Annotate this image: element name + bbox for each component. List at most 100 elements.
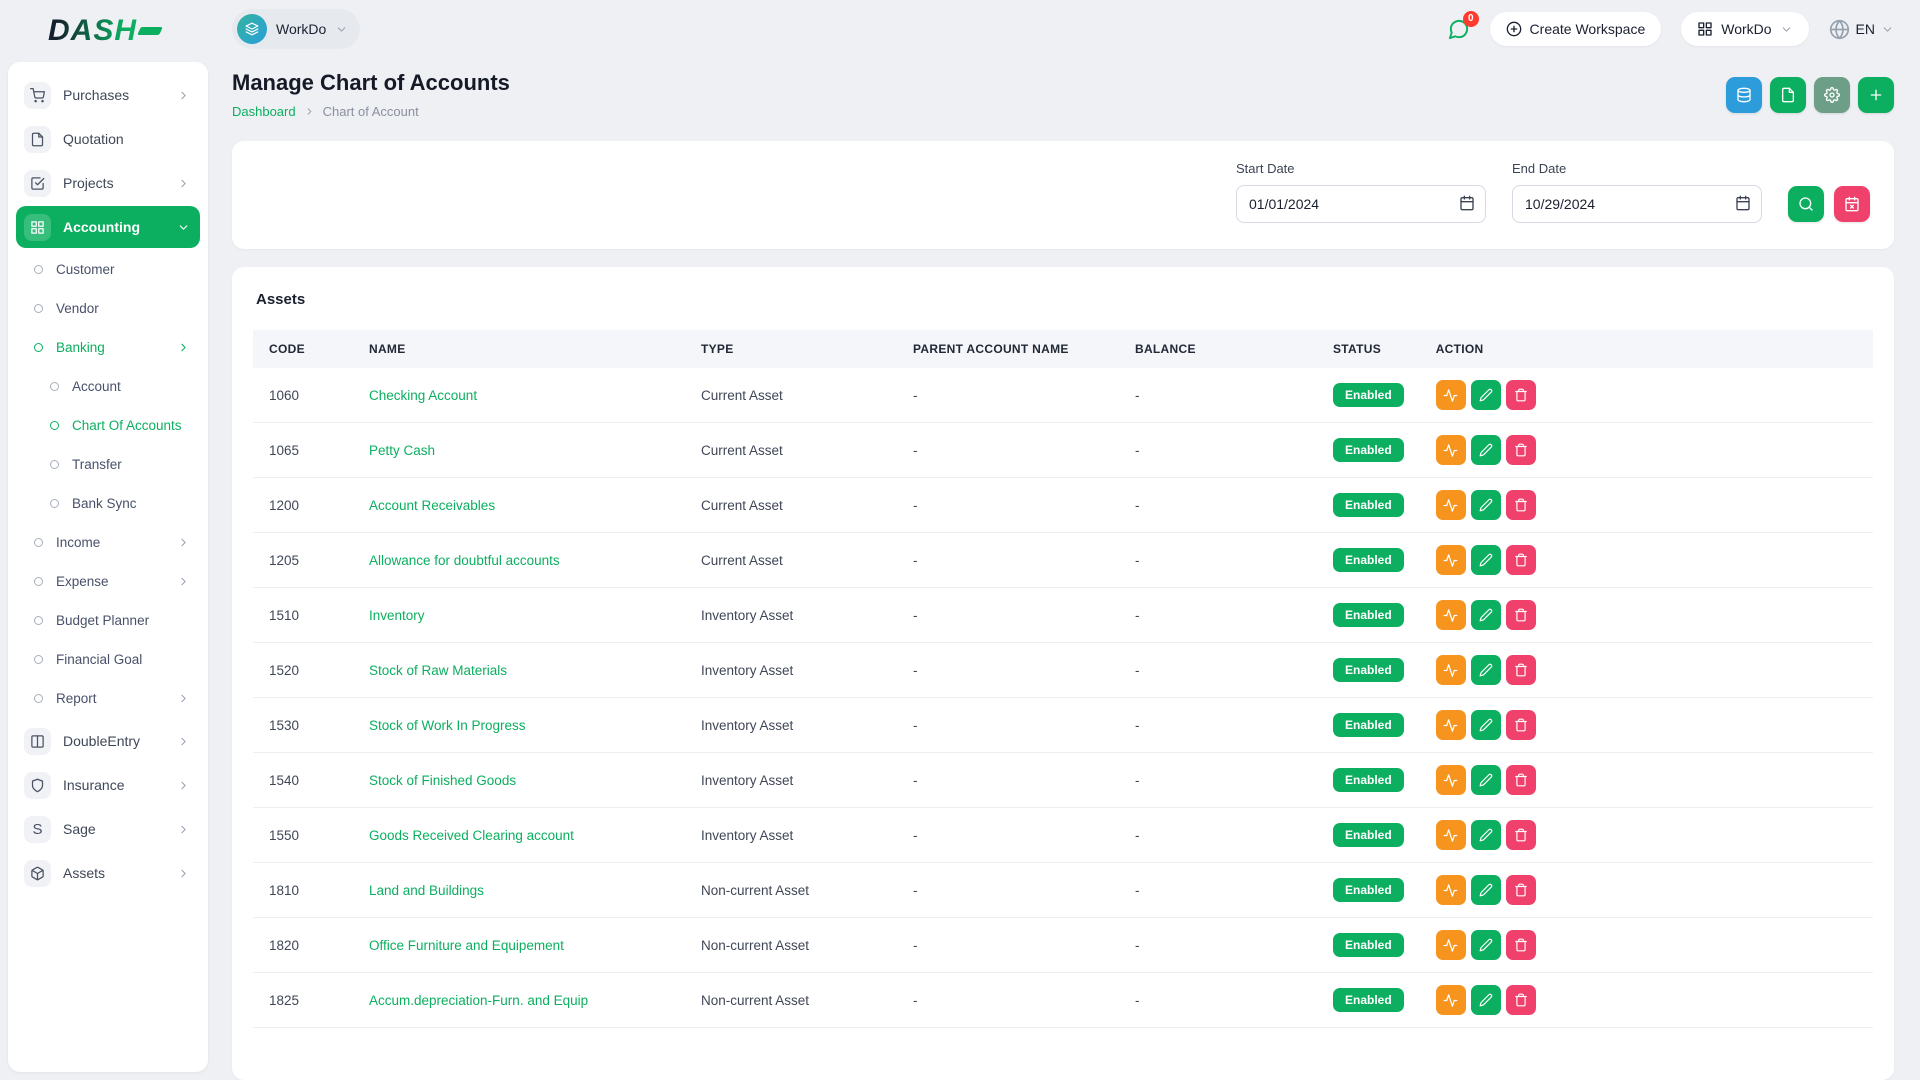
sidebar-item-projects[interactable]: Projects	[16, 162, 200, 204]
chart-of-account-overview-button[interactable]	[1726, 77, 1762, 113]
settings-button[interactable]	[1814, 77, 1850, 113]
delete-button[interactable]	[1506, 875, 1536, 905]
language-selector[interactable]: EN	[1829, 19, 1894, 40]
journal-activity-button[interactable]	[1436, 985, 1466, 1015]
delete-button[interactable]	[1506, 765, 1536, 795]
workdo-menu-button[interactable]: WorkDo	[1681, 12, 1808, 46]
sidebar-item-expense[interactable]: Expense	[8, 562, 208, 601]
trash-icon	[1514, 443, 1528, 457]
sidebar-item-account[interactable]: Account	[8, 367, 208, 406]
account-name-link[interactable]: Goods Received Clearing account	[369, 828, 574, 843]
sidebar-item-banking[interactable]: Banking	[8, 328, 208, 367]
trash-icon	[1514, 828, 1528, 842]
status-badge[interactable]: Enabled	[1333, 658, 1404, 682]
journal-activity-button[interactable]	[1436, 655, 1466, 685]
account-code: 1060	[253, 368, 353, 423]
status-badge[interactable]: Enabled	[1333, 383, 1404, 407]
delete-button[interactable]	[1506, 490, 1536, 520]
start-date-input[interactable]	[1236, 185, 1486, 223]
export-button[interactable]	[1770, 77, 1806, 113]
journal-activity-button[interactable]	[1436, 710, 1466, 740]
table-row: 1200 Account Receivables Current Asset -…	[253, 478, 1873, 533]
journal-activity-button[interactable]	[1436, 820, 1466, 850]
account-name-link[interactable]: Stock of Finished Goods	[369, 773, 516, 788]
delete-button[interactable]	[1506, 380, 1536, 410]
journal-activity-button[interactable]	[1436, 490, 1466, 520]
account-name-link[interactable]: Checking Account	[369, 388, 477, 403]
edit-button[interactable]	[1471, 985, 1501, 1015]
account-name-link[interactable]: Account Receivables	[369, 498, 495, 513]
account-name-link[interactable]: Petty Cash	[369, 443, 435, 458]
journal-activity-button[interactable]	[1436, 765, 1466, 795]
edit-button[interactable]	[1471, 765, 1501, 795]
status-badge[interactable]: Enabled	[1333, 713, 1404, 737]
account-name-link[interactable]: Stock of Raw Materials	[369, 663, 507, 678]
delete-button[interactable]	[1506, 820, 1536, 850]
status-badge[interactable]: Enabled	[1333, 878, 1404, 902]
delete-button[interactable]	[1506, 545, 1536, 575]
delete-button[interactable]	[1506, 930, 1536, 960]
status-badge[interactable]: Enabled	[1333, 988, 1404, 1012]
journal-activity-button[interactable]	[1436, 875, 1466, 905]
status-badge[interactable]: Enabled	[1333, 548, 1404, 572]
sidebar-item-bank-sync[interactable]: Bank Sync	[8, 484, 208, 523]
sidebar-item-accounting[interactable]: Accounting	[16, 206, 200, 248]
status-badge[interactable]: Enabled	[1333, 768, 1404, 792]
status-badge[interactable]: Enabled	[1333, 493, 1404, 517]
status-badge[interactable]: Enabled	[1333, 603, 1404, 627]
sidebar-item-income[interactable]: Income	[8, 523, 208, 562]
sidebar-item-report[interactable]: Report	[8, 679, 208, 718]
edit-button[interactable]	[1471, 930, 1501, 960]
edit-button[interactable]	[1471, 380, 1501, 410]
edit-button[interactable]	[1471, 710, 1501, 740]
table-row: 1520 Stock of Raw Materials Inventory As…	[253, 643, 1873, 698]
status-badge[interactable]: Enabled	[1333, 438, 1404, 462]
sidebar-item-assets[interactable]: Assets	[16, 852, 200, 894]
reset-filter-button[interactable]	[1834, 186, 1870, 222]
sidebar-item-quotation[interactable]: Quotation	[16, 118, 200, 160]
sidebar-item-budget-planner[interactable]: Budget Planner	[8, 601, 208, 640]
edit-button[interactable]	[1471, 820, 1501, 850]
delete-button[interactable]	[1506, 655, 1536, 685]
account-name-link[interactable]: Stock of Work In Progress	[369, 718, 526, 733]
status-badge[interactable]: Enabled	[1333, 823, 1404, 847]
account-name-link[interactable]: Allowance for doubtful accounts	[369, 553, 560, 568]
edit-button[interactable]	[1471, 490, 1501, 520]
breadcrumb-dashboard-link[interactable]: Dashboard	[232, 104, 296, 119]
sidebar-item-purchases[interactable]: Purchases	[16, 74, 200, 116]
edit-button[interactable]	[1471, 545, 1501, 575]
sidebar-item-insurance[interactable]: Insurance	[16, 764, 200, 806]
status-badge[interactable]: Enabled	[1333, 933, 1404, 957]
journal-activity-button[interactable]	[1436, 380, 1466, 410]
chat-button[interactable]: 0	[1447, 18, 1470, 41]
table-row: 1810 Land and Buildings Non-current Asse…	[253, 863, 1873, 918]
delete-button[interactable]	[1506, 600, 1536, 630]
sidebar-item-transfer[interactable]: Transfer	[8, 445, 208, 484]
delete-button[interactable]	[1506, 435, 1536, 465]
end-date-input[interactable]	[1512, 185, 1762, 223]
edit-button[interactable]	[1471, 875, 1501, 905]
journal-activity-button[interactable]	[1436, 545, 1466, 575]
journal-activity-button[interactable]	[1436, 930, 1466, 960]
journal-activity-button[interactable]	[1436, 435, 1466, 465]
delete-button[interactable]	[1506, 985, 1536, 1015]
edit-button[interactable]	[1471, 600, 1501, 630]
account-name-link[interactable]: Land and Buildings	[369, 883, 484, 898]
sidebar-item-financial-goal[interactable]: Financial Goal	[8, 640, 208, 679]
account-name-link[interactable]: Inventory	[369, 608, 425, 623]
sidebar-item-customer[interactable]: Customer	[8, 250, 208, 289]
account-name-link[interactable]: Accum.depreciation-Furn. and Equip	[369, 993, 588, 1008]
account-name-link[interactable]: Office Furniture and Equipement	[369, 938, 564, 953]
edit-button[interactable]	[1471, 435, 1501, 465]
create-account-button[interactable]	[1858, 77, 1894, 113]
search-button[interactable]	[1788, 186, 1824, 222]
sidebar-item-sage[interactable]: S Sage	[16, 808, 200, 850]
workspace-switcher[interactable]: WorkDo	[232, 9, 360, 49]
journal-activity-button[interactable]	[1436, 600, 1466, 630]
edit-button[interactable]	[1471, 655, 1501, 685]
sidebar-item-doubleentry[interactable]: DoubleEntry	[16, 720, 200, 762]
sidebar-item-chart-of-accounts[interactable]: Chart Of Accounts	[8, 406, 208, 445]
delete-button[interactable]	[1506, 710, 1536, 740]
create-workspace-button[interactable]: Create Workspace	[1490, 12, 1662, 46]
sidebar-item-vendor[interactable]: Vendor	[8, 289, 208, 328]
